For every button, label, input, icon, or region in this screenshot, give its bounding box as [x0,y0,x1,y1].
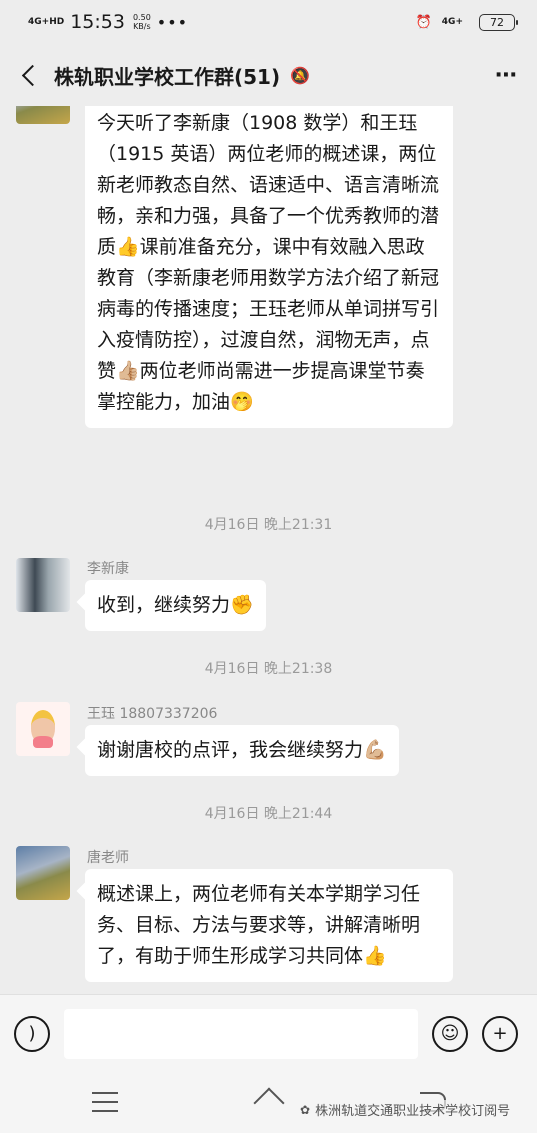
watermark: ✿ 株洲轨道交通职业技术学校订阅号 [298,1100,513,1119]
message-bubble[interactable]: 今天听了李新康（1908 数学）和王珏（1915 英语）两位老师的概述课，两位新… [85,106,453,428]
more-icon[interactable]: ⋯ [495,63,519,88]
timestamp: 4月16日 晚上21:44 [204,806,333,822]
signal-4g-icon: 4G+ [441,16,463,27]
plus-icon[interactable]: + [482,1015,518,1052]
message-input[interactable] [64,1008,418,1059]
voice-icon[interactable]: ) [14,1015,50,1052]
message-bubble[interactable]: 概述课上，两位老师有关本学期学习任务、目标、方法与要求等，讲解清晰明了，有助于师… [85,869,453,982]
timestamp: 4月16日 晚上21:38 [204,661,333,677]
status-time: 15:53 [70,11,125,33]
emoji-icon[interactable]: ☺ [432,1015,468,1052]
message-bubble[interactable]: 谢谢唐校的点评，我会继续努力💪🏼 [85,725,399,776]
sender-name: 唐老师 [87,850,129,866]
avatar[interactable] [16,846,70,900]
sender-name: 李新康 [87,561,129,577]
chat-header: 株轨职业学校工作群(51) 🔕 ⋯ [0,44,537,106]
mute-icon: 🔕 [290,65,311,85]
wechat-icon: ✿ [300,1102,311,1117]
timestamp: 4月16日 晚上21:31 [204,517,333,533]
network-speed: 0.50 KB/s [132,13,151,31]
chat-title: 株轨职业学校工作群(51) [54,64,281,89]
input-bar: ) ☺ + [0,994,537,1072]
chat-area[interactable]: 今天听了李新康（1908 数学）和王珏（1915 英语）两位老师的概述课，两位新… [0,106,537,994]
menu-icon[interactable] [92,1092,118,1112]
status-bar: 4G+HD 15:53 0.50 KB/s ••• ⏰ 4G+ 72 [0,0,537,44]
alarm-icon: ⏰ [415,14,432,30]
message-bubble[interactable]: 收到，继续努力✊ [85,580,266,631]
battery-icon: 72 [479,13,518,31]
sender-name: 王珏 18807337206 [87,706,218,722]
avatar[interactable] [16,702,70,756]
notification-dots: ••• [156,12,189,32]
signal-icon: 4G+HD [28,16,65,27]
home-icon[interactable] [252,1090,286,1114]
watermark-text: 株洲轨道交通职业技术学校订阅号 [315,1104,511,1119]
avatar[interactable] [16,106,70,124]
back-icon[interactable] [18,64,40,86]
avatar[interactable] [16,558,70,612]
